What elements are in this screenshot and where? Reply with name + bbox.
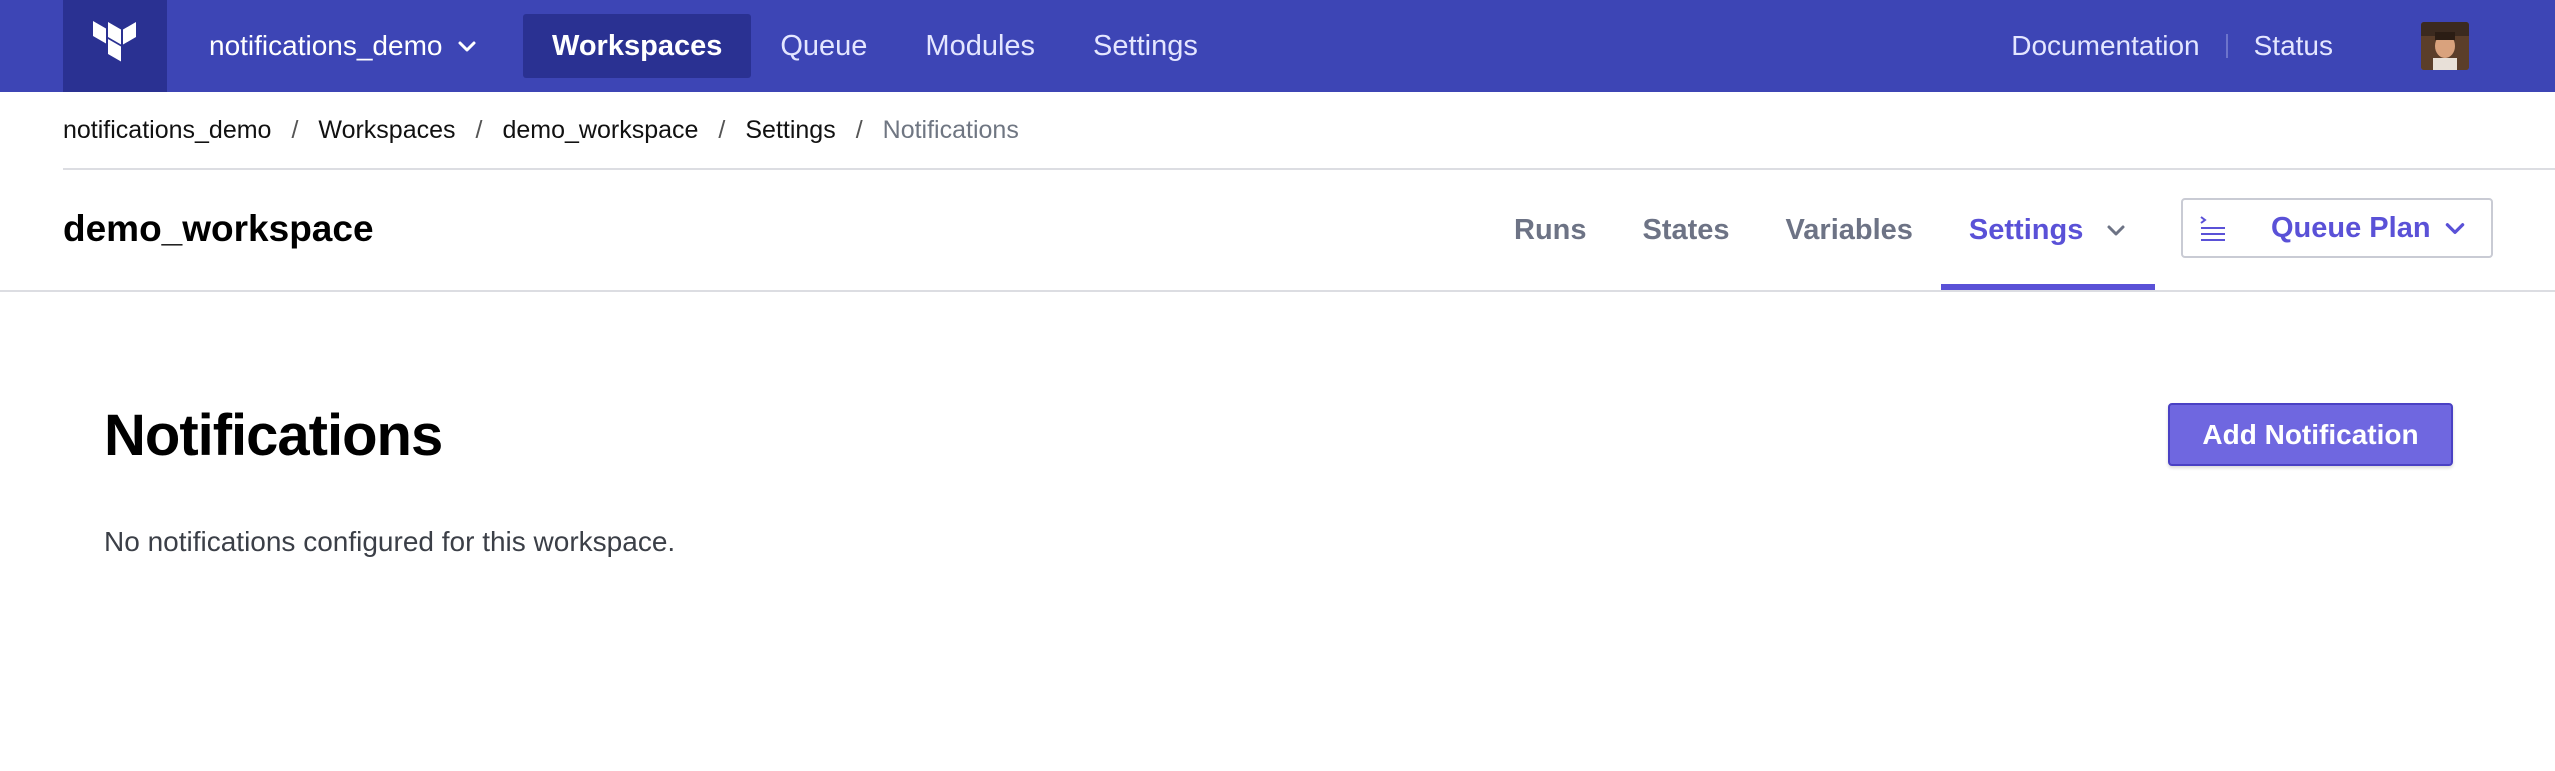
queue-list-icon	[2200, 216, 2225, 241]
queue-plan-label: Queue Plan	[2271, 211, 2431, 244]
tab-states-label: States	[1642, 213, 1730, 246]
nav-divider	[2225, 34, 2228, 58]
nav-settings[interactable]: Settings	[1064, 14, 1227, 78]
utility-nav: Documentation Status	[2011, 0, 2555, 92]
workspace-tabs: Runs States Variables Settings	[1486, 170, 2156, 290]
breadcrumb: notifications_demo / Workspaces / demo_w…	[63, 92, 2555, 170]
logo-svg	[93, 21, 136, 62]
breadcrumb-separator: /	[855, 115, 863, 144]
documentation-link[interactable]: Documentation	[2011, 30, 2199, 62]
page-title: Notifications	[104, 403, 443, 468]
breadcrumb-separator: /	[475, 115, 483, 144]
workspace-header: demo_workspace Runs States Variables Set…	[0, 170, 2555, 292]
tab-settings-label: Settings	[1968, 213, 2084, 246]
workspace-title: demo_workspace	[63, 208, 374, 249]
breadcrumb-workspaces[interactable]: Workspaces	[318, 116, 455, 145]
breadcrumb-separator: /	[291, 115, 299, 144]
tab-runs[interactable]: Runs	[1486, 170, 1615, 290]
main-nav: Workspaces Queue Modules Settings	[523, 14, 1227, 78]
breadcrumb-workspace[interactable]: demo_workspace	[502, 116, 698, 145]
empty-state-message: No notifications configured for this wor…	[104, 526, 676, 557]
nav-queue[interactable]: Queue	[751, 14, 896, 78]
nav-modules[interactable]: Modules	[896, 14, 1064, 78]
tab-settings[interactable]: Settings	[1940, 170, 2156, 290]
chevron-down-icon	[2107, 225, 2125, 236]
chevron-down-icon[interactable]	[2443, 216, 2467, 240]
terraform-logo-icon[interactable]	[63, 0, 167, 92]
organization-switcher[interactable]: notifications_demo	[209, 0, 478, 92]
tab-variables[interactable]: Variables	[1758, 170, 1941, 290]
tab-runs-label: Runs	[1514, 213, 1587, 246]
top-navigation: notifications_demo Workspaces Queue Modu…	[0, 0, 2555, 92]
tab-variables-label: Variables	[1785, 213, 1913, 246]
queue-plan-button[interactable]: Queue Plan	[2181, 198, 2493, 258]
breadcrumb-settings[interactable]: Settings	[745, 116, 835, 145]
user-avatar-image	[2421, 22, 2469, 70]
breadcrumb-current: Notifications	[882, 115, 1019, 144]
chevron-down-icon	[458, 41, 476, 52]
breadcrumb-separator: /	[718, 115, 726, 144]
breadcrumb-org[interactable]: notifications_demo	[63, 116, 271, 145]
organization-name: notifications_demo	[209, 30, 443, 61]
avatar[interactable]	[2421, 22, 2469, 70]
add-notification-button[interactable]: Add Notification	[2168, 403, 2453, 466]
tab-states[interactable]: States	[1615, 170, 1758, 290]
status-link[interactable]: Status	[2254, 30, 2333, 62]
nav-workspaces[interactable]: Workspaces	[523, 14, 752, 78]
